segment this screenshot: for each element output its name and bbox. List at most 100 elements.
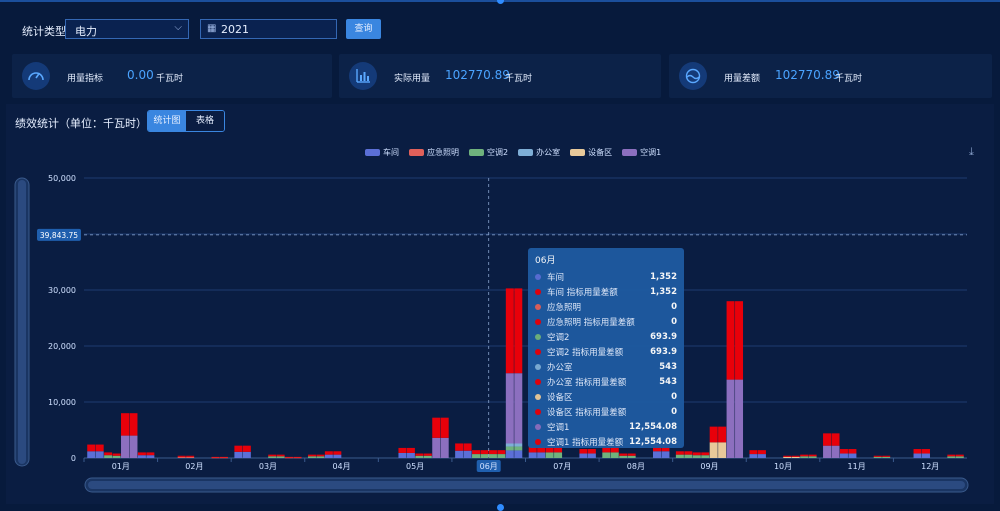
bar-difference	[186, 455, 195, 457]
bar-difference	[472, 450, 481, 455]
bar-segment	[537, 452, 546, 458]
bar-difference	[137, 452, 146, 456]
x-tick-label: 04月	[332, 462, 350, 471]
bar-difference	[587, 449, 596, 454]
tooltip-dot	[535, 363, 541, 370]
tooltip-value: 0	[671, 301, 677, 312]
x-tick-label: 06月	[480, 462, 498, 471]
bar-segment	[440, 437, 449, 458]
bar-segment	[146, 455, 155, 458]
bar-segment	[554, 452, 563, 458]
tooltip-value: 12,554.08	[629, 421, 677, 432]
x-axis: 01月 02月 03月 04月 05月 06月 07月 08月 09月 10月 11月 12月	[83, 458, 939, 472]
bar-difference	[276, 454, 285, 457]
bar-difference	[709, 426, 718, 443]
bar-segment	[579, 453, 588, 458]
bar-difference	[913, 449, 922, 454]
bar-chart: 01月 02月 03月 04月 05月 06月 07月 08月 09月 10月 11月 12月 0 10…	[14, 174, 969, 493]
y-zoom-slider-handle	[18, 180, 26, 464]
bar-segment	[480, 454, 489, 458]
tooltip-name: 应急照明	[547, 302, 582, 313]
tooltip-row: 应急照明 0	[535, 299, 677, 314]
bar-segment	[757, 454, 766, 458]
bar-difference	[463, 443, 472, 451]
bar-difference	[406, 447, 415, 453]
bar-segment	[95, 451, 104, 458]
x-tick-label: 05月	[406, 462, 424, 471]
bar-segment	[913, 453, 922, 458]
tooltip-row: 办公室 543	[535, 359, 677, 374]
y-tick-label: 0	[71, 454, 76, 463]
bar-difference	[619, 453, 628, 456]
bar-segment	[701, 455, 710, 458]
bar-segment	[268, 456, 277, 458]
bar-difference	[882, 455, 891, 457]
bar-difference	[146, 452, 155, 456]
tooltip-name: 办公室 指标用量差额	[547, 377, 627, 388]
bar-segment	[831, 445, 840, 458]
x-tick-label: 10月	[774, 462, 792, 471]
tooltip-row: 车间 指标用量差额 1,352	[535, 284, 677, 299]
bar-segment	[415, 455, 424, 458]
bar-difference	[333, 451, 342, 455]
bar-difference	[488, 450, 497, 455]
bar-difference	[497, 450, 506, 455]
bar-segment	[587, 453, 596, 458]
tooltip-value: 1,352	[650, 286, 677, 297]
chart-bars	[87, 288, 964, 459]
tooltip-name: 车间 指标用量差额	[547, 287, 618, 298]
tooltip-value: 0	[671, 406, 677, 417]
bar-difference	[415, 453, 424, 456]
bar-segment	[505, 450, 514, 458]
x-tick-label: 01月	[112, 462, 130, 471]
bar-segment	[398, 452, 407, 458]
bar-segment	[333, 454, 342, 458]
bar-segment	[234, 451, 243, 458]
tooltip-row: 车间 1,352	[535, 269, 677, 284]
tooltip-value: 693.9	[650, 346, 677, 357]
bar-segment	[545, 452, 554, 458]
bar-difference	[514, 288, 523, 374]
bar-difference	[749, 450, 758, 455]
tooltip-value: 543	[659, 361, 677, 372]
bar-difference	[848, 449, 857, 454]
tooltip-dot	[535, 423, 541, 430]
bar-segment	[602, 452, 611, 458]
bar-segment	[186, 456, 195, 458]
bar-segment	[684, 454, 693, 458]
bar-difference	[808, 454, 817, 457]
bar-segment	[610, 452, 619, 458]
bar-segment	[882, 456, 891, 458]
bar-difference	[947, 454, 956, 457]
bar-difference	[432, 417, 441, 438]
bar-segment	[87, 451, 96, 458]
bar-difference	[242, 445, 251, 452]
bar-segment	[726, 379, 735, 458]
bar-difference	[293, 456, 302, 458]
tooltip-dot	[535, 288, 541, 295]
bar-segment	[505, 446, 514, 451]
bar-segment	[619, 455, 628, 458]
bar-segment	[455, 450, 464, 458]
bar-segment	[947, 456, 956, 458]
bar-difference	[791, 455, 800, 457]
bar-segment	[497, 454, 506, 458]
bar-difference	[831, 433, 840, 446]
chart-grid	[84, 177, 967, 459]
bar-difference	[692, 452, 701, 456]
tooltip-name: 应急照明 指标用量差额	[547, 317, 635, 328]
x-tick-label: 03月	[259, 462, 277, 471]
bar-segment	[406, 452, 415, 458]
bar-difference	[129, 413, 138, 436]
bar-difference	[87, 444, 96, 452]
bar-segment	[783, 456, 792, 458]
bar-difference	[455, 443, 464, 451]
y-tick-label: 20,000	[48, 342, 76, 351]
tooltip-dot	[535, 333, 541, 340]
bar-difference	[718, 426, 727, 443]
bar-segment	[104, 455, 113, 458]
tooltip-value: 0	[671, 391, 677, 402]
bar-difference	[579, 449, 588, 454]
bar-difference	[423, 453, 432, 456]
bar-difference	[701, 452, 710, 456]
